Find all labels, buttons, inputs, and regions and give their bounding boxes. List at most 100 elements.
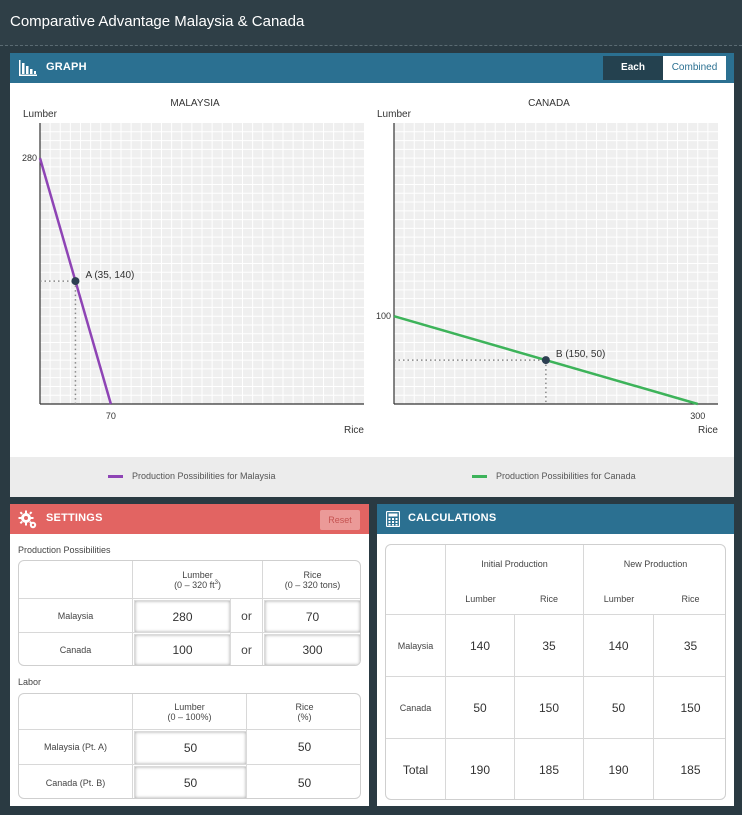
chart-malaysia-xlabel: Rice [344,425,364,436]
calc-header-initial-text: Initial Production [481,559,548,569]
calc-sub-text: Rice [681,593,700,604]
production-header-rice: Rice (0 – 320 tons) [263,561,360,599]
malaysia-lumber-input[interactable]: 280 [134,600,231,633]
labor-header-rice-text: Rice [295,701,314,712]
calc-cell: 50 [584,677,654,739]
point-marker [541,356,550,365]
settings-panel-header: SETTINGS Reset [10,504,369,534]
chart-canada-ylabel: Lumber [377,109,412,120]
calc-cell: 35 [654,615,725,677]
chart-malaysia-title: MALAYSIA [170,98,220,109]
title-bar: Comparative Advantage Malaysia & Canada [0,0,742,46]
chart-canada-title: CANADA [528,98,570,109]
calc-value: 190 [608,763,629,777]
production-row-malaysia-text: Malaysia [57,610,94,621]
chart-canada-xlabel: Rice [698,425,718,436]
calc-header-new: New Production [584,545,725,583]
calc-sub-text: Rice [539,593,558,604]
labor-row-canada-rice-cell: 50 [247,765,360,798]
calc-sub-text: Lumber [465,593,496,604]
calc-value: 190 [469,763,491,777]
calc-row-label-text: Canada [399,702,432,713]
toggle-each-button[interactable]: Each [603,56,663,80]
labor-table: Lumber (0 – 100%) Rice (%) Malaysia (Pt. A… [18,693,361,799]
production-table: Lumber (0 – 320 ft3) Rice (0 – 320 tons)… [18,560,361,666]
production-header-lumber-close: ) [217,579,221,590]
canada-rice-input[interactable]: 300 [264,634,360,665]
reset-button[interactable]: Reset [320,510,360,530]
production-row-canada-or-cell: or [231,633,263,665]
calc-header-new-text: New Production [623,559,688,569]
labor-row-label-canada: Canada (Pt. B) [19,765,133,798]
calc-value: 35 [542,638,556,653]
labor-row-label-malaysia: Malaysia (Pt. A) [19,730,133,765]
legend-label-malaysia: Production Possibilities for Malaysia [132,471,276,481]
chart-malaysia: MALAYSIA Lumber A (35, 140) 70 280 Rice [22,98,364,436]
malaysia-labor-lumber-input[interactable]: 50 [134,731,247,765]
labor-header-rice: Rice (%) [247,694,360,730]
calculations-panel: CALCULATIONS Initial Production New Prod… [377,504,734,806]
calc-sub-text: Lumber [603,593,635,604]
or-text: or [241,643,252,657]
malaysia-labor-lumber-value: 50 [183,741,198,755]
production-row-malaysia-or-cell: or [231,599,263,633]
calc-value: 185 [538,763,560,777]
labor-canada-rice-value: 50 [297,775,312,790]
toggle-combined-button[interactable]: Combined [663,56,726,80]
malaysia-rice-input[interactable]: 70 [264,600,360,633]
labor-header-lumber: Lumber (0 – 100%) [133,694,247,730]
production-row-canada-text: Canada [59,645,92,655]
graph-panel-header: GRAPH Each Combined [10,53,734,83]
labor-header-lumber-range: (0 – 100%) [167,711,212,722]
calc-value: 150 [538,700,560,715]
calc-row-label-text: Malaysia [397,640,434,651]
malaysia-rice-value: 70 [305,609,320,624]
canada-lumber-input[interactable]: 100 [134,634,231,665]
app-window: Comparative Advantage Malaysia & Canada … [0,0,742,815]
production-row-label-malaysia: Malaysia [19,599,133,633]
calc-value: 150 [680,700,701,715]
production-header-rice-text: Rice [303,569,322,580]
legend-swatch-canada [472,475,487,478]
calc-row-label-canada: Canada [386,677,446,739]
calculator-icon [386,511,400,527]
legend-swatch-malaysia [108,475,123,478]
production-header-lumber-text: Lumber [182,569,213,580]
canada-lumber-value: 100 [172,643,193,657]
calc-cell: 190 [584,739,654,799]
plot-canada: B (150, 50) 300 100 [376,123,718,421]
or-text: or [241,608,252,623]
labor-row-canada-text: Canada (Pt. B) [45,777,106,788]
settings-panel: SETTINGS Reset Production Possibilities … [10,504,369,806]
production-header-lumber: Lumber (0 – 320 ft3) [133,561,263,599]
point-label: B (150, 50) [556,349,605,360]
calc-value: 50 [473,700,487,715]
plot-malaysia: A (35, 140) 70 280 [22,123,364,421]
calc-cell: 185 [515,739,584,799]
production-header-blank [19,561,133,599]
calc-value: 50 [611,700,626,715]
calc-cell: 150 [515,677,584,739]
labor-row-malaysia-rice-cell: 50 [247,730,360,765]
calc-header-blank [386,545,446,615]
x-tick-label: 70 [106,411,116,421]
calc-value: 185 [680,763,701,777]
canada-rice-value: 300 [302,643,323,657]
chart-canada: CANADA Lumber B (150, 50) 300 100 Rice [376,98,718,436]
settings-panel-title: SETTINGS [46,512,103,524]
point-label: A (35, 140) [85,270,134,281]
x-tick-label: 300 [690,411,705,421]
graph-panel-title: GRAPH [46,61,87,73]
labor-malaysia-rice-value: 50 [297,740,312,754]
calc-cell: 140 [584,615,654,677]
production-row-label-canada: Canada [19,633,133,665]
calc-row-label-malaysia: Malaysia [386,615,446,677]
calc-sub-initial-rice: Rice [515,583,584,615]
calc-header-initial: Initial Production [446,545,584,583]
chart-malaysia-ylabel: Lumber [23,109,58,120]
canada-labor-lumber-input[interactable]: 50 [134,766,247,798]
calc-value: 140 [608,638,629,653]
calc-cell: 185 [654,739,725,799]
calc-row-label-text: Total [402,763,429,777]
legend-label-canada: Production Possibilities for Canada [496,471,636,481]
